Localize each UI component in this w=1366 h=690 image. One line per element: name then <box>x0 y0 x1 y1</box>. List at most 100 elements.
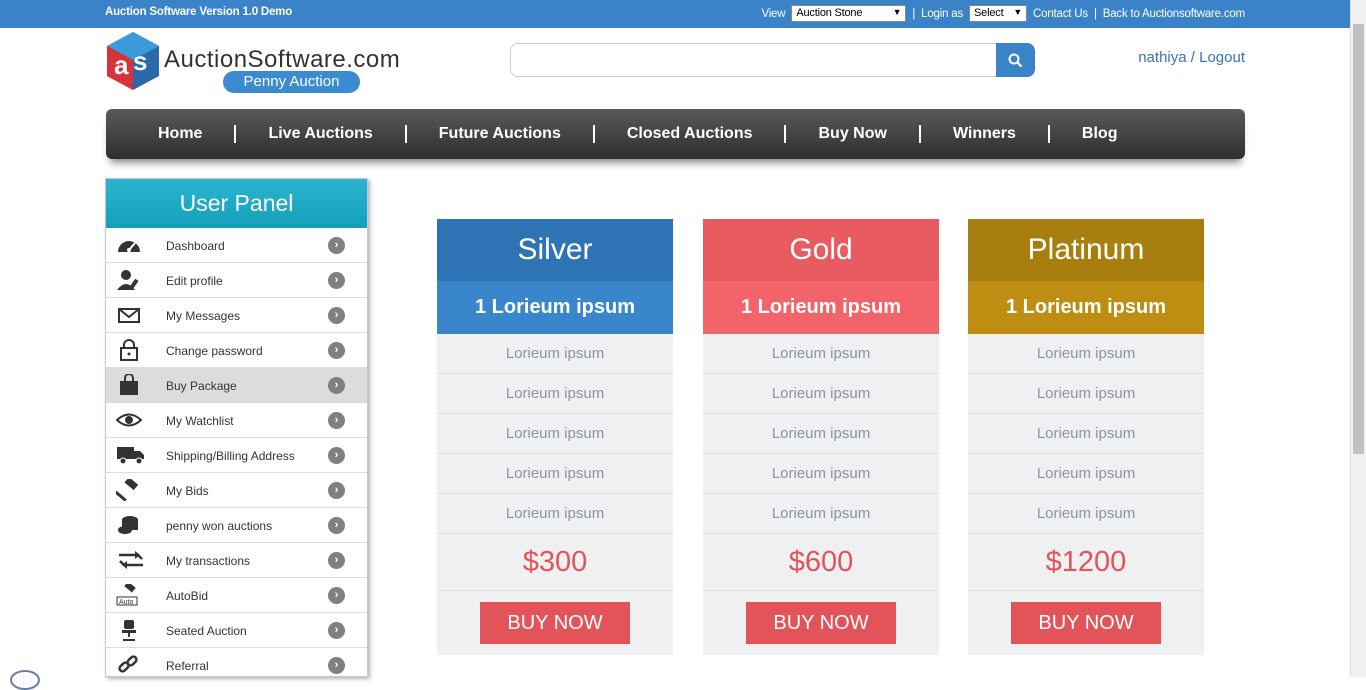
package-feature: Lorieum ipsum <box>703 414 939 454</box>
package-feature: Lorieum ipsum <box>703 374 939 414</box>
login-as-select[interactable]: Select ▼ <box>969 5 1028 22</box>
package-subtitle: 1 Lorieum ipsum <box>968 281 1204 334</box>
package-title: Silver <box>437 219 673 281</box>
package-subtitle: 1 Lorieum ipsum <box>703 281 939 334</box>
autobid-icon: Auto <box>116 581 142 606</box>
buy-now-button[interactable]: BUY NOW <box>746 602 896 644</box>
nav-blog[interactable]: Blog <box>1082 125 1118 143</box>
nav-buy-now[interactable]: Buy Now <box>818 125 886 143</box>
package-feature: Lorieum ipsum <box>437 334 673 374</box>
search-button[interactable] <box>996 43 1035 77</box>
brand-name: AuctionSoftware.com <box>164 46 401 73</box>
view-select[interactable]: Auction Stone ▼ <box>791 5 907 22</box>
shopping-bag-icon <box>116 373 142 396</box>
sidebar-item-my-messages[interactable]: My Messages › <box>106 298 367 333</box>
logo-mark-icon: a s <box>107 32 159 90</box>
scrollbar-thumb[interactable] <box>1353 24 1364 454</box>
chair-icon <box>116 619 142 641</box>
chevron-right-icon[interactable]: › <box>328 272 345 289</box>
package-price: $300 <box>437 534 673 591</box>
chevron-right-icon[interactable]: › <box>328 622 345 639</box>
chevron-right-icon[interactable]: › <box>328 412 345 429</box>
svg-text:s: s <box>133 46 147 76</box>
sidebar-item-my-bids[interactable]: My Bids › <box>106 473 367 508</box>
package-subtitle: 1 Lorieum ipsum <box>437 281 673 334</box>
nav-divider <box>404 125 407 143</box>
sidebar-item-buy-package[interactable]: Buy Package › <box>106 368 367 403</box>
svg-text:Auto: Auto <box>119 599 134 606</box>
nav-divider <box>918 125 921 143</box>
sidebar-item-seated-auction[interactable]: Seated Auction › <box>106 613 367 648</box>
sidebar-item-my-watchlist[interactable]: My Watchlist › <box>106 403 367 438</box>
nav-closed-auctions[interactable]: Closed Auctions <box>627 125 753 143</box>
nav-divider <box>592 125 595 143</box>
transfer-icon <box>116 549 143 571</box>
package-feature: Lorieum ipsum <box>437 494 673 534</box>
vertical-scrollbar[interactable] <box>1350 0 1366 677</box>
sidebar-item-label: AutoBid <box>166 589 209 603</box>
sidebar-item-label: Seated Auction <box>166 624 247 638</box>
nav-home[interactable]: Home <box>158 125 202 143</box>
main-nav: Home Live Auctions Future Auctions Close… <box>106 109 1245 159</box>
sidebar-item-label: Buy Package <box>166 379 237 393</box>
top-bar-links: View Auction Stone ▼ | Login as Select ▼ C… <box>761 5 1245 22</box>
sidebar-item-autobid[interactable]: Auto AutoBid › <box>106 578 367 613</box>
package-feature: Lorieum ipsum <box>437 454 673 494</box>
sidebar-item-label: Referral <box>166 659 209 673</box>
package-feature: Lorieum ipsum <box>968 494 1204 534</box>
top-bar: Auction Software Version 1.0 Demo View A… <box>0 0 1366 28</box>
sidebar-item-dashboard[interactable]: Dashboard › <box>106 228 367 263</box>
package-feature: Lorieum ipsum <box>968 334 1204 374</box>
nav-divider <box>234 125 237 143</box>
sidebar-item-referral[interactable]: Referral › <box>106 648 367 676</box>
chevron-right-icon[interactable]: › <box>328 552 345 569</box>
logout-link[interactable]: Logout <box>1199 49 1245 66</box>
sidebar-item-label: My Watchlist <box>166 414 234 428</box>
chevron-right-icon[interactable]: › <box>328 657 345 674</box>
user-panel-menu: Dashboard › Edit profile › My Messages › Chang… <box>106 228 367 676</box>
package-card-gold: Gold 1 Lorieum ipsum Lorieum ipsum Lorieum … <box>703 219 939 655</box>
sidebar-item-penny-won-auctions[interactable]: penny won auctions › <box>106 508 367 543</box>
chevron-right-icon[interactable]: › <box>328 587 345 604</box>
user-links: nathiya / Logout <box>1138 49 1245 66</box>
truck-icon <box>116 444 144 466</box>
package-card-silver: Silver 1 Lorieum ipsum Lorieum ipsum Lorieu… <box>437 219 673 655</box>
chevron-right-icon[interactable]: › <box>328 447 345 464</box>
sidebar-item-label: Edit profile <box>166 274 223 288</box>
package-card-platinum: Platinum 1 Lorieum ipsum Lorieum ipsum Lori… <box>968 219 1204 655</box>
chevron-right-icon[interactable]: › <box>328 342 345 359</box>
sidebar-item-change-password[interactable]: Change password › <box>106 333 367 368</box>
back-to-site-link[interactable]: Back to Auctionsoftware.com <box>1103 8 1245 20</box>
view-label: View <box>761 7 786 20</box>
buy-now-button[interactable]: BUY NOW <box>1011 602 1161 644</box>
buy-now-button[interactable]: BUY NOW <box>480 602 630 644</box>
package-feature: Lorieum ipsum <box>437 414 673 454</box>
nav-winners[interactable]: Winners <box>953 125 1016 143</box>
sidebar-item-shipping-billing-address[interactable]: Shipping/Billing Address › <box>106 438 367 473</box>
sidebar-item-edit-profile[interactable]: Edit profile › <box>106 263 367 298</box>
search-input[interactable] <box>519 50 989 70</box>
user-panel-title: User Panel <box>106 179 367 228</box>
partial-circle-icon <box>10 670 40 690</box>
search-bar <box>510 43 1035 77</box>
sidebar-item-label: penny won auctions <box>166 519 273 533</box>
chevron-right-icon[interactable]: › <box>328 482 345 499</box>
username-link[interactable]: nathiya <box>1138 49 1186 66</box>
package-feature: Lorieum ipsum <box>703 454 939 494</box>
eye-icon <box>115 409 143 431</box>
nav-future-auctions[interactable]: Future Auctions <box>439 125 561 143</box>
site-logo[interactable]: a s AuctionSoftware.com Penny Auction <box>105 30 435 96</box>
nav-live-auctions[interactable]: Live Auctions <box>268 125 372 143</box>
sidebar-item-my-transactions[interactable]: My transactions › <box>106 543 367 578</box>
sidebar-item-label: My transactions <box>166 554 251 568</box>
chevron-right-icon[interactable]: › <box>328 517 345 534</box>
nav-divider <box>1047 125 1050 143</box>
chevron-right-icon[interactable]: › <box>328 307 345 324</box>
package-feature: Lorieum ipsum <box>703 334 939 374</box>
chevron-right-icon[interactable]: › <box>328 237 345 254</box>
divider: | <box>912 7 916 20</box>
chevron-right-icon[interactable]: › <box>328 377 345 394</box>
contact-us-link[interactable]: Contact Us <box>1033 8 1088 20</box>
user-panel: User Panel Dashboard › Edit profile › My Mes… <box>105 178 368 677</box>
package-feature: Lorieum ipsum <box>968 454 1204 494</box>
